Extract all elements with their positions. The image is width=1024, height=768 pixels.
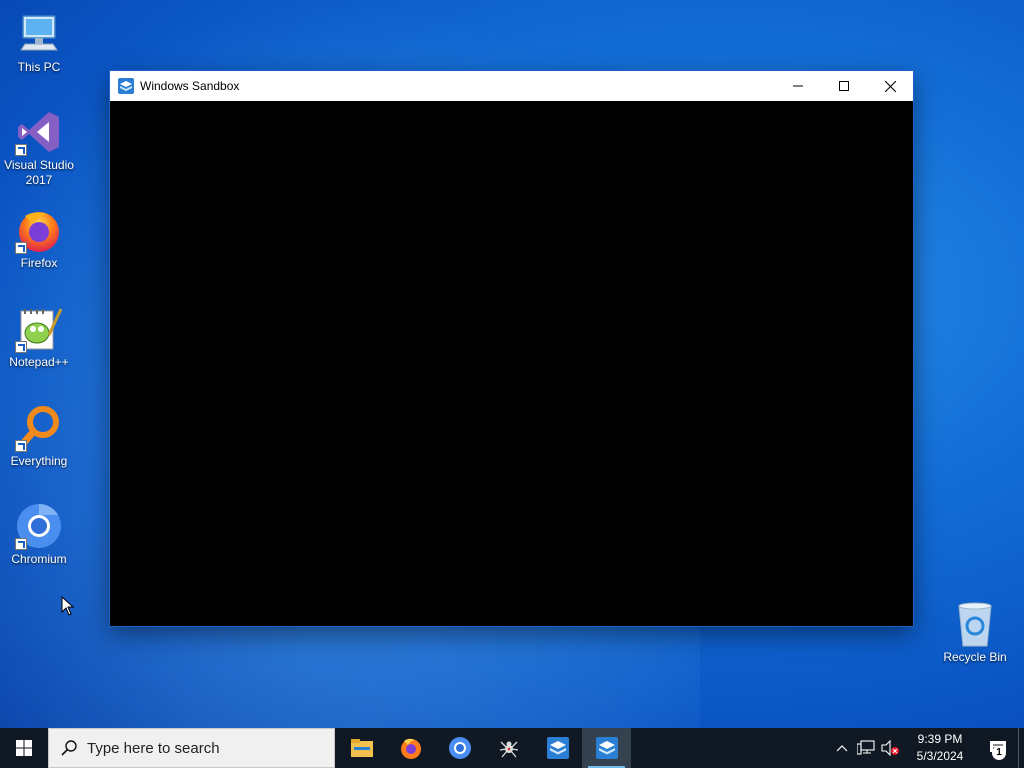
volume-muted-icon bbox=[881, 740, 899, 756]
sandbox-icon bbox=[546, 737, 569, 759]
show-desktop-button[interactable] bbox=[1018, 728, 1024, 768]
minimize-icon bbox=[793, 85, 803, 87]
desktop-icon-firefox[interactable]: Firefox bbox=[0, 206, 78, 271]
taskbar-windows-sandbox[interactable] bbox=[533, 728, 582, 768]
desktop-icon-recycle-bin[interactable]: Recycle Bin bbox=[936, 600, 1014, 665]
action-center-button[interactable]: 1 bbox=[978, 728, 1018, 768]
file-explorer-icon bbox=[350, 739, 373, 757]
desktop-icon-label: Everything bbox=[10, 454, 68, 468]
visual-studio-icon bbox=[15, 108, 63, 156]
windows-logo-icon bbox=[16, 740, 32, 756]
desktop-icon-this-pc[interactable]: This PC bbox=[0, 10, 78, 75]
maximize-button[interactable] bbox=[821, 71, 867, 101]
computer-icon bbox=[15, 10, 63, 58]
shortcut-arrow-icon bbox=[15, 144, 27, 156]
recycle-bin-icon bbox=[951, 600, 999, 648]
desktop-icon-label: Recycle Bin bbox=[943, 650, 1007, 664]
firefox-icon bbox=[15, 206, 63, 254]
shortcut-arrow-icon bbox=[15, 440, 27, 452]
chromium-icon bbox=[448, 737, 471, 759]
firefox-icon bbox=[400, 738, 421, 759]
desktop-icon-label: Notepad++ bbox=[9, 355, 69, 369]
window-titlebar[interactable]: Windows Sandbox bbox=[110, 71, 913, 101]
search-icon bbox=[61, 740, 77, 756]
desktop-icon-label: Visual Studio 2017 bbox=[4, 158, 74, 187]
notification-count-badge: 1 bbox=[992, 746, 1006, 760]
taskbar-file-explorer[interactable] bbox=[337, 728, 386, 768]
desktop-icon-everything[interactable]: Everything bbox=[0, 404, 78, 469]
taskbar-firefox[interactable] bbox=[386, 728, 435, 768]
shortcut-arrow-icon bbox=[15, 341, 27, 353]
taskbar-chromium[interactable] bbox=[435, 728, 484, 768]
clock-time: 9:39 PM bbox=[917, 732, 963, 746]
desktop-icon-visual-studio[interactable]: Visual Studio 2017 bbox=[0, 108, 78, 188]
taskbar-windows-sandbox-active[interactable] bbox=[582, 728, 631, 768]
magnifier-everything-icon bbox=[15, 404, 63, 452]
clock-date: 5/3/2024 bbox=[916, 749, 964, 763]
spider-icon bbox=[499, 741, 518, 758]
search-placeholder: Type here to search bbox=[87, 739, 220, 757]
notepad-plus-plus-icon bbox=[15, 305, 63, 353]
mouse-cursor-icon bbox=[61, 596, 75, 616]
system-tray: 9:39 PM 5/3/2024 1 bbox=[830, 728, 1024, 768]
taskbar-apps bbox=[337, 728, 631, 768]
desktop-icon-label: Firefox bbox=[20, 256, 58, 270]
sandbox-window[interactable]: Windows Sandbox bbox=[110, 71, 913, 626]
start-button[interactable] bbox=[0, 728, 48, 768]
tray-network[interactable] bbox=[854, 728, 878, 768]
minimize-button[interactable] bbox=[775, 71, 821, 101]
close-button[interactable] bbox=[867, 71, 913, 101]
tray-overflow-button[interactable] bbox=[830, 728, 854, 768]
sandbox-icon bbox=[595, 737, 618, 759]
chromium-icon bbox=[15, 502, 63, 550]
window-controls bbox=[775, 71, 913, 101]
taskbar-clock[interactable]: 9:39 PM 5/3/2024 bbox=[902, 731, 978, 765]
chevron-up-icon bbox=[836, 745, 848, 752]
taskbar-search-box[interactable]: Type here to search bbox=[48, 728, 335, 768]
taskbar: Type here to search 9:39 PM 5/3/2024 1 bbox=[0, 728, 1024, 768]
desktop-icon-label: Chromium bbox=[11, 552, 67, 566]
shortcut-arrow-icon bbox=[15, 538, 27, 550]
taskbar-spider-app[interactable] bbox=[484, 728, 533, 768]
tray-volume[interactable] bbox=[878, 728, 902, 768]
desktop: This PC Visual Studio 2017 Firefox Notep… bbox=[0, 0, 1024, 728]
shortcut-arrow-icon bbox=[15, 242, 27, 254]
close-icon bbox=[884, 80, 896, 92]
window-title: Windows Sandbox bbox=[140, 79, 240, 93]
network-icon bbox=[857, 740, 875, 755]
desktop-icon-notepad-plus-plus[interactable]: Notepad++ bbox=[0, 305, 78, 370]
desktop-icon-label: This PC bbox=[17, 60, 61, 74]
window-content[interactable] bbox=[110, 101, 913, 626]
sandbox-icon bbox=[118, 78, 134, 94]
maximize-icon bbox=[839, 81, 849, 91]
desktop-icon-chromium[interactable]: Chromium bbox=[0, 502, 78, 567]
